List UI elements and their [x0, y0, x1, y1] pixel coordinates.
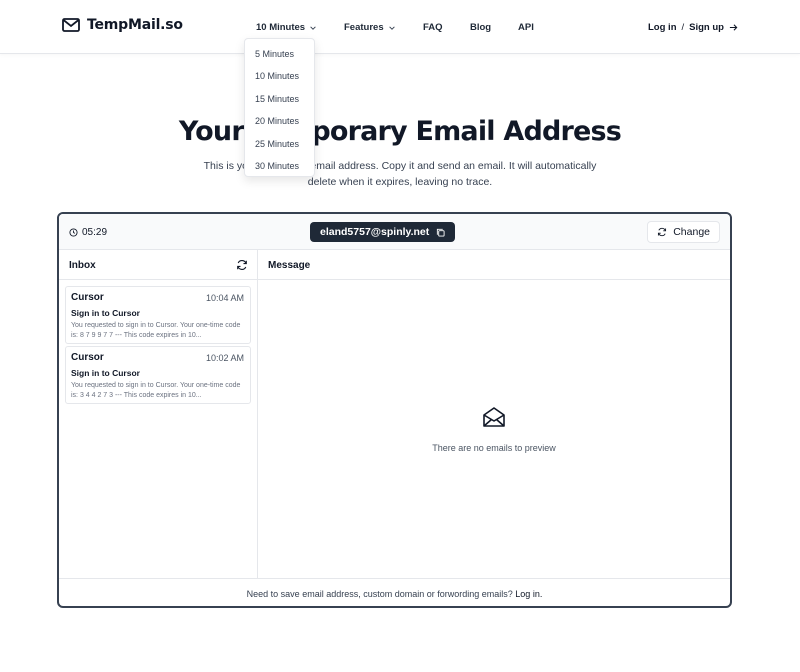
inbox-header: Inbox	[59, 250, 257, 280]
email-address-copy-button[interactable]: eland5757@spinly.net	[310, 222, 456, 242]
mail-list: Cursor 10:04 AM Sign in to Cursor You re…	[59, 280, 257, 404]
mail-icon	[62, 18, 80, 32]
auth-separator: /	[681, 22, 685, 33]
inbox-pane: Inbox Cursor 10:04 AM Sign in to Cursor …	[59, 250, 258, 578]
arrow-right-icon	[729, 24, 738, 31]
duration-dropdown-menu: 5 Minutes 10 Minutes 15 Minutes 20 Minut…	[244, 38, 315, 177]
duration-option-10[interactable]: 10 Minutes	[245, 65, 314, 87]
mail-open-icon	[483, 407, 505, 427]
duration-option-20[interactable]: 20 Minutes	[245, 110, 314, 132]
inbox-title: Inbox	[69, 260, 96, 271]
duration-option-5[interactable]: 5 Minutes	[245, 43, 314, 65]
refresh-icon	[658, 227, 667, 237]
clock-icon	[69, 228, 78, 237]
brand-logo[interactable]: TempMail.so	[62, 17, 183, 33]
copy-icon	[437, 228, 445, 237]
nav-api[interactable]: API	[518, 22, 534, 33]
nav-features-label: Features	[344, 22, 384, 33]
mail-preview: You requested to sign in to Cursor. Your…	[71, 322, 241, 339]
message-pane: Message There are no emails to preview	[258, 250, 730, 578]
change-address-button[interactable]: Change	[647, 221, 720, 243]
page-title: Your Temporary Email Address	[178, 116, 622, 147]
expiry-timer: 05:29	[69, 227, 107, 238]
message-header: Message	[258, 250, 730, 280]
mail-subject: Sign in to Cursor	[71, 308, 140, 318]
nav-blog[interactable]: Blog	[470, 22, 491, 33]
footer-login-link[interactable]: Log in.	[515, 589, 542, 599]
duration-option-30[interactable]: 30 Minutes	[245, 155, 314, 177]
site-header: TempMail.so 10 Minutes Features FAQ Blog…	[0, 0, 800, 54]
mail-time: 10:02 AM	[205, 353, 244, 363]
mail-subject: Sign in to Cursor	[71, 368, 140, 378]
mail-list-item[interactable]: Cursor 10:04 AM Sign in to Cursor You re…	[65, 286, 251, 344]
mail-list-item[interactable]: Cursor 10:02 AM Sign in to Cursor You re…	[65, 346, 251, 404]
login-link[interactable]: Log in	[648, 22, 677, 33]
email-address: eland5757@spinly.net	[320, 226, 430, 238]
nav-faq[interactable]: FAQ	[423, 22, 443, 33]
change-label: Change	[673, 226, 710, 238]
signup-link[interactable]: Sign up	[689, 22, 724, 33]
duration-option-25[interactable]: 25 Minutes	[245, 133, 314, 155]
mailbox-footer: Need to save email address, custom domai…	[59, 578, 730, 606]
mailbox-panel: 05:29 eland5757@spinly.net Change Inbox	[57, 212, 732, 608]
nav-duration-toggle[interactable]: 10 Minutes	[256, 22, 317, 33]
chevron-down-icon	[310, 25, 316, 30]
refresh-inbox-icon[interactable]	[236, 259, 248, 271]
footer-text: Need to save email address, custom domai…	[246, 589, 513, 599]
auth-links: Log in / Sign up	[648, 22, 738, 33]
nav-duration-label: 10 Minutes	[256, 22, 306, 33]
message-title: Message	[268, 260, 311, 271]
mail-preview: You requested to sign in to Cursor. Your…	[71, 382, 241, 399]
duration-option-15[interactable]: 15 Minutes	[245, 88, 314, 110]
mail-time: 10:04 AM	[205, 293, 244, 303]
empty-state-text: There are no emails to preview	[432, 443, 556, 453]
brand-name: TempMail.so	[87, 17, 183, 33]
chevron-down-icon	[388, 25, 395, 30]
timer-value: 05:29	[82, 227, 108, 238]
nav-features[interactable]: Features	[344, 22, 396, 33]
mailbox-toolbar: 05:29 eland5757@spinly.net Change	[59, 214, 730, 250]
